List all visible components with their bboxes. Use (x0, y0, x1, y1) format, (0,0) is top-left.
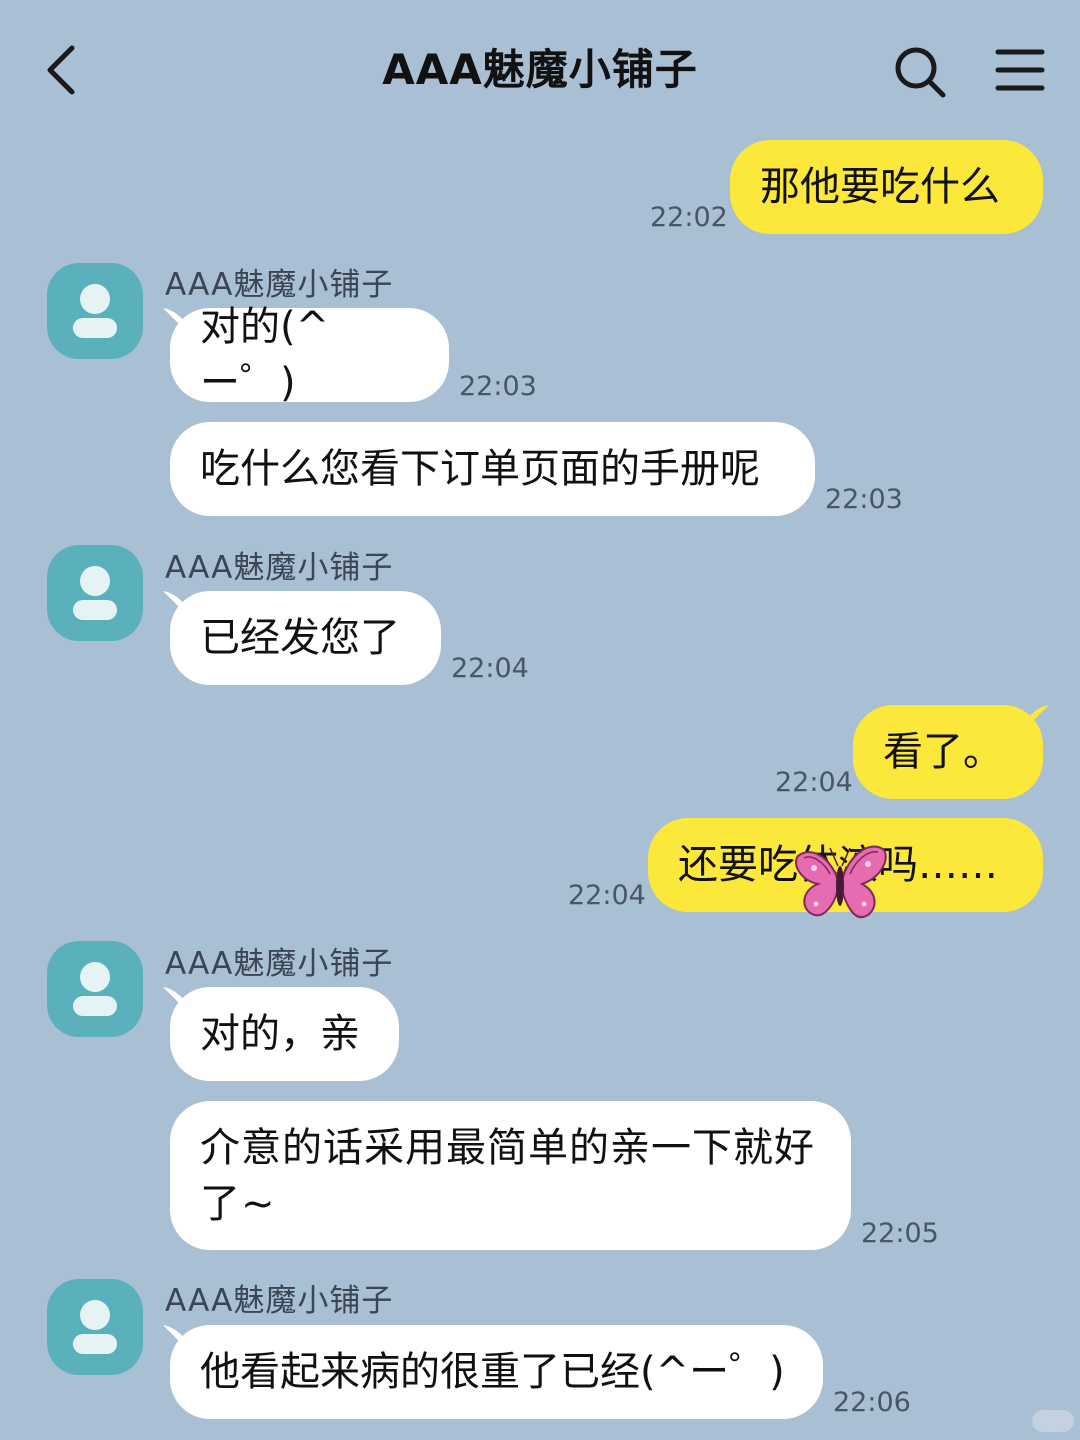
watermark-badge (1032, 1410, 1074, 1432)
message-timestamp: 22:03 (459, 371, 537, 402)
message-timestamp: 22:05 (861, 1218, 939, 1249)
outgoing-message-bubble[interactable]: 看了。 (853, 705, 1043, 799)
message-timestamp: 22:04 (451, 653, 529, 684)
search-button[interactable] (890, 42, 950, 102)
hamburger-menu-icon (995, 49, 1045, 91)
message-text: 对的，亲 (200, 1011, 360, 1057)
message-text: 看了。 (883, 729, 1003, 775)
message-timestamp: 22:03 (825, 484, 903, 515)
message-text: 那他要吃什么 (760, 164, 1000, 210)
incoming-message-bubble[interactable]: 已经发您了 (170, 591, 441, 685)
sender-name: AAA魅魔小铺子 (165, 946, 394, 982)
menu-button[interactable] (990, 42, 1050, 102)
message-text: 介意的话采用最简单的亲一下就好了~ (200, 1124, 815, 1227)
search-icon (895, 47, 946, 98)
message-timestamp: 22:04 (775, 767, 853, 798)
message-timestamp: 22:04 (568, 880, 646, 911)
incoming-message-bubble[interactable]: 吃什么您看下订单页面的手册呢 (170, 422, 815, 516)
incoming-message-bubble[interactable]: 对的，亲 (170, 987, 399, 1081)
person-icon (73, 284, 117, 338)
message-text: 已经发您了 (200, 615, 400, 661)
person-icon (73, 566, 117, 620)
person-icon (73, 962, 117, 1016)
sender-name: AAA魅魔小铺子 (165, 1283, 394, 1319)
incoming-message-bubble[interactable]: 他看起来病的很重了已经(^ー゜) (170, 1325, 823, 1419)
message-text: 吃什么您看下订单页面的手册呢 (200, 446, 760, 492)
contact-avatar[interactable] (47, 263, 143, 359)
contact-avatar[interactable] (47, 941, 143, 1037)
sender-name: AAA魅魔小铺子 (165, 550, 394, 586)
message-timestamp: 22:02 (650, 202, 728, 233)
outgoing-message-bubble[interactable]: 那他要吃什么 (730, 140, 1043, 234)
butterfly-sticker (795, 845, 887, 919)
chat-header: AAA魅魔小铺子 (0, 0, 1080, 140)
message-text: 他看起来病的很重了已经(^ー゜) (200, 1349, 785, 1395)
incoming-message-bubble[interactable]: 对的(^ー゜) (170, 304, 449, 406)
message-text: 对的(^ー゜) (200, 304, 330, 406)
message-timestamp: 22:06 (833, 1387, 911, 1418)
incoming-message-bubble[interactable]: 介意的话采用最简单的亲一下就好了~ (170, 1101, 851, 1250)
contact-avatar[interactable] (47, 1279, 143, 1375)
person-icon (73, 1300, 117, 1354)
contact-avatar[interactable] (47, 545, 143, 641)
